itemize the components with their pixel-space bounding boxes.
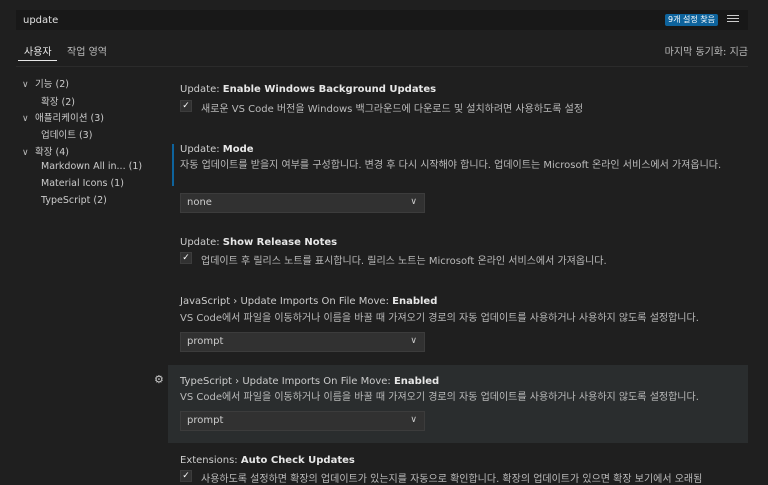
toc-item-typescript[interactable]: TypeScript (2) xyxy=(41,195,107,206)
toc-item-application[interactable]: ∨ 애플리케이션 (3) xyxy=(22,110,104,124)
settings-search-bar[interactable]: 9개 설정 찾음 xyxy=(16,10,748,30)
ts-update-imports-dropdown[interactable]: prompt ∨ xyxy=(180,411,425,431)
toc-label: Markdown All in... (1) xyxy=(41,161,143,172)
toc-item-features-extensions[interactable]: 확장 (2) xyxy=(41,94,75,108)
filter-list-icon[interactable] xyxy=(727,15,739,25)
toc-label: 애플리케이션 (3) xyxy=(35,113,104,124)
setting-checkbox[interactable]: ✓ xyxy=(180,470,192,482)
gear-icon[interactable]: ⚙ xyxy=(154,373,164,386)
setting-title: Update: Enable Windows Background Update… xyxy=(180,84,437,95)
toc-label: Material Icons (1) xyxy=(41,178,124,189)
toc-item-extensions[interactable]: ∨ 확장 (4) xyxy=(22,144,69,158)
toc-label: 확장 (4) xyxy=(35,147,69,158)
chevron-down-icon: ∨ xyxy=(410,336,417,346)
setting-checkbox[interactable]: ✓ xyxy=(180,252,192,264)
toc-label: TypeScript (2) xyxy=(41,195,107,206)
chevron-down-icon: ∨ xyxy=(22,80,29,90)
toc-label: 기능 (2) xyxy=(35,79,69,90)
chevron-down-icon: ∨ xyxy=(410,197,417,207)
result-count-badge: 9개 설정 찾음 xyxy=(665,14,718,26)
setting-description: VS Code에서 파일을 이동하거나 이름을 바꿀 때 가져오기 경로의 자동… xyxy=(180,392,699,403)
header-divider xyxy=(16,66,748,67)
toc-item-markdown[interactable]: Markdown All in... (1) xyxy=(41,161,142,172)
active-tab-indicator xyxy=(18,60,57,61)
setting-title: Update: Mode xyxy=(180,144,254,155)
chevron-down-icon: ∨ xyxy=(22,148,29,158)
tab-workspace[interactable]: 작업 영역 xyxy=(67,43,107,58)
chevron-down-icon: ∨ xyxy=(22,114,29,124)
setting-description: 업데이트 후 릴리스 노트를 표시합니다. 릴리스 노트는 Microsoft … xyxy=(201,256,607,267)
setting-description: 자동 업데이트를 받을지 여부를 구성합니다. 변경 후 다시 시작해야 합니다… xyxy=(180,160,722,171)
chevron-down-icon: ∨ xyxy=(410,415,417,425)
setting-title: Update: Show Release Notes xyxy=(180,237,338,248)
setting-title: TypeScript › Update Imports On File Move… xyxy=(180,376,440,387)
setting-focus-indicator xyxy=(172,144,174,186)
toc-item-material-icons[interactable]: Material Icons (1) xyxy=(41,178,124,189)
toc-item-features[interactable]: ∨ 기능 (2) xyxy=(22,76,69,90)
setting-title: Extensions: Auto Check Updates xyxy=(180,455,355,466)
toc-item-update[interactable]: 업데이트 (3) xyxy=(41,127,92,141)
tab-user[interactable]: 사용자 xyxy=(24,43,52,58)
setting-title: JavaScript › Update Imports On File Move… xyxy=(180,296,438,307)
search-input[interactable] xyxy=(23,13,643,28)
setting-description: 새로운 VS Code 버전을 Windows 백그라운드에 다운로드 및 설치… xyxy=(201,104,584,115)
update-mode-dropdown[interactable]: none ∨ xyxy=(180,193,425,213)
setting-checkbox[interactable]: ✓ xyxy=(180,100,192,112)
toc-label: 확장 (2) xyxy=(41,97,75,108)
js-update-imports-dropdown[interactable]: prompt ∨ xyxy=(180,332,425,352)
sync-status: 마지막 동기화: 지금 xyxy=(664,47,748,58)
toc-label: 업데이트 (3) xyxy=(41,130,93,141)
setting-description: VS Code에서 파일을 이동하거나 이름을 바꿀 때 가져오기 경로의 자동… xyxy=(180,313,699,324)
